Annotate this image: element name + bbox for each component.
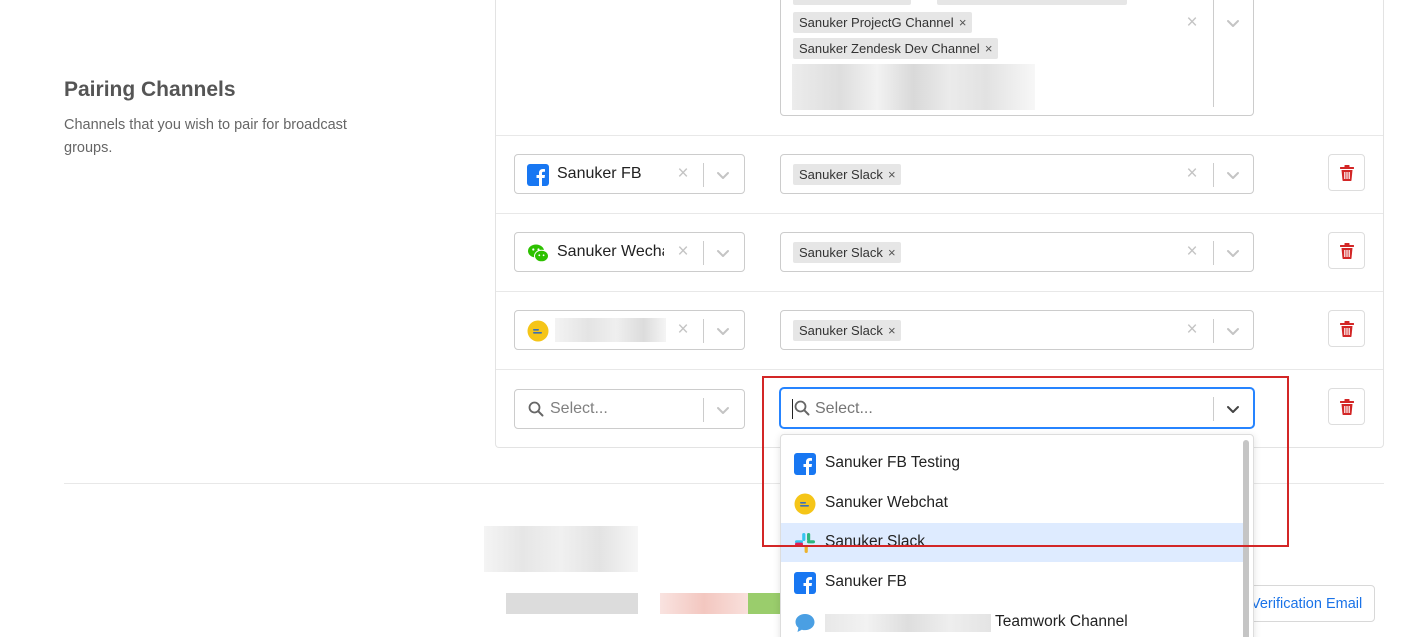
row-divider	[496, 291, 1383, 292]
chevron-down-icon[interactable]	[1225, 15, 1241, 31]
facebook-icon	[794, 572, 816, 594]
scrollbar[interactable]	[1243, 440, 1249, 637]
redacted-channel-name	[825, 614, 991, 632]
section-description: Channels that you wish to pair for broad…	[64, 117, 347, 156]
clear-icon[interactable]: ×	[1183, 320, 1201, 339]
target-channels-select[interactable]: Sanuker Slack × ×	[780, 154, 1254, 194]
row-divider	[496, 135, 1383, 136]
delete-row-button[interactable]	[1328, 154, 1365, 191]
channel-tag: Freshdesk Channel	[937, 0, 1127, 5]
trash-icon	[1340, 399, 1354, 415]
channel-tag: Sanuker Zendesk Dev Channel ×	[793, 38, 998, 59]
search-icon	[528, 401, 544, 417]
target-channels-select[interactable]: Sanuker Slack × ×	[780, 310, 1254, 350]
chevron-down-icon[interactable]	[715, 402, 731, 418]
delete-row-button[interactable]	[1328, 388, 1365, 425]
row-divider	[496, 213, 1383, 214]
redacted-block	[484, 526, 638, 572]
channel-tag: Sanuker Slack ×	[793, 320, 901, 341]
redacted-channel-name	[555, 318, 666, 342]
source-channel-select[interactable]: Select...	[514, 389, 745, 429]
delete-row-button[interactable]	[1328, 310, 1365, 347]
redacted-block	[506, 593, 638, 614]
delete-row-button[interactable]	[1328, 232, 1365, 269]
remove-tag-icon[interactable]: ×	[954, 12, 972, 33]
dropdown-option[interactable]: Teamwork Channel	[781, 603, 1247, 637]
channel-dropdown-menu: Sanuker FB Testing Sanuker Webchat Sanuk…	[780, 434, 1254, 637]
text-cursor	[792, 399, 793, 419]
chevron-down-icon[interactable]	[1225, 401, 1241, 417]
chevron-down-icon[interactable]	[715, 323, 731, 339]
clear-icon[interactable]: ×	[1183, 242, 1201, 261]
redacted-tag	[792, 64, 1035, 110]
redacted-block	[660, 593, 748, 614]
source-channel-value: Sanuker Wecha	[557, 243, 664, 260]
source-channel-select[interactable]: ×	[514, 310, 745, 350]
trash-icon	[1340, 243, 1354, 259]
dropdown-option[interactable]: Sanuker FB	[781, 563, 1247, 602]
remove-tag-icon[interactable]: ×	[883, 242, 901, 263]
remove-tag-icon[interactable]: ×	[883, 320, 901, 341]
facebook-icon	[794, 453, 816, 475]
target-channels-select[interactable]: Sanuker Slack Freshdesk Channel Sanuker …	[780, 0, 1254, 116]
trash-icon	[1340, 165, 1354, 181]
target-channels-select[interactable]: Sanuker Slack × ×	[780, 232, 1254, 272]
page-title: Pairing Channels	[64, 78, 236, 101]
clear-icon[interactable]: ×	[1183, 13, 1201, 32]
search-icon	[794, 400, 810, 416]
webchat-icon	[794, 493, 816, 515]
chevron-down-icon[interactable]	[1225, 167, 1241, 183]
dropdown-option[interactable]: Sanuker FB Testing	[781, 444, 1247, 483]
clear-icon[interactable]: ×	[1183, 164, 1201, 183]
clear-icon[interactable]: ×	[674, 320, 692, 339]
source-channel-value: Sanuker FB	[557, 165, 642, 182]
chevron-down-icon[interactable]	[715, 167, 731, 183]
source-channel-select[interactable]: Sanuker FB ×	[514, 154, 745, 194]
remove-tag-icon[interactable]: ×	[883, 164, 901, 185]
target-search-input[interactable]	[815, 398, 1185, 420]
channel-tag: Sanuker Slack ×	[793, 242, 901, 263]
chevron-down-icon[interactable]	[1225, 323, 1241, 339]
source-placeholder: Select...	[550, 400, 608, 417]
channel-tag: Sanuker ProjectG Channel ×	[793, 12, 972, 33]
chevron-down-icon[interactable]	[715, 245, 731, 261]
chat-bubble-icon	[794, 612, 816, 634]
trash-icon	[1340, 321, 1354, 337]
webchat-icon	[527, 320, 549, 342]
verification-email-button[interactable]: Verification Email	[1236, 585, 1375, 622]
wechat-icon	[527, 242, 549, 264]
facebook-icon	[527, 164, 549, 186]
chevron-down-icon[interactable]	[1225, 245, 1241, 261]
channel-tag: Sanuker Slack ×	[793, 164, 901, 185]
redacted-block	[748, 593, 780, 614]
clear-icon[interactable]: ×	[674, 164, 692, 183]
channel-tag: Sanuker Slack	[793, 0, 911, 5]
dropdown-option[interactable]: Sanuker Webchat	[781, 484, 1247, 523]
remove-tag-icon[interactable]: ×	[980, 38, 998, 59]
slack-icon	[794, 532, 816, 554]
target-channels-select[interactable]	[780, 388, 1254, 428]
clear-icon[interactable]: ×	[674, 242, 692, 261]
row-divider	[496, 369, 1383, 370]
source-channel-select[interactable]: Sanuker Wecha ×	[514, 232, 745, 272]
dropdown-option[interactable]: Sanuker Slack	[781, 523, 1247, 562]
